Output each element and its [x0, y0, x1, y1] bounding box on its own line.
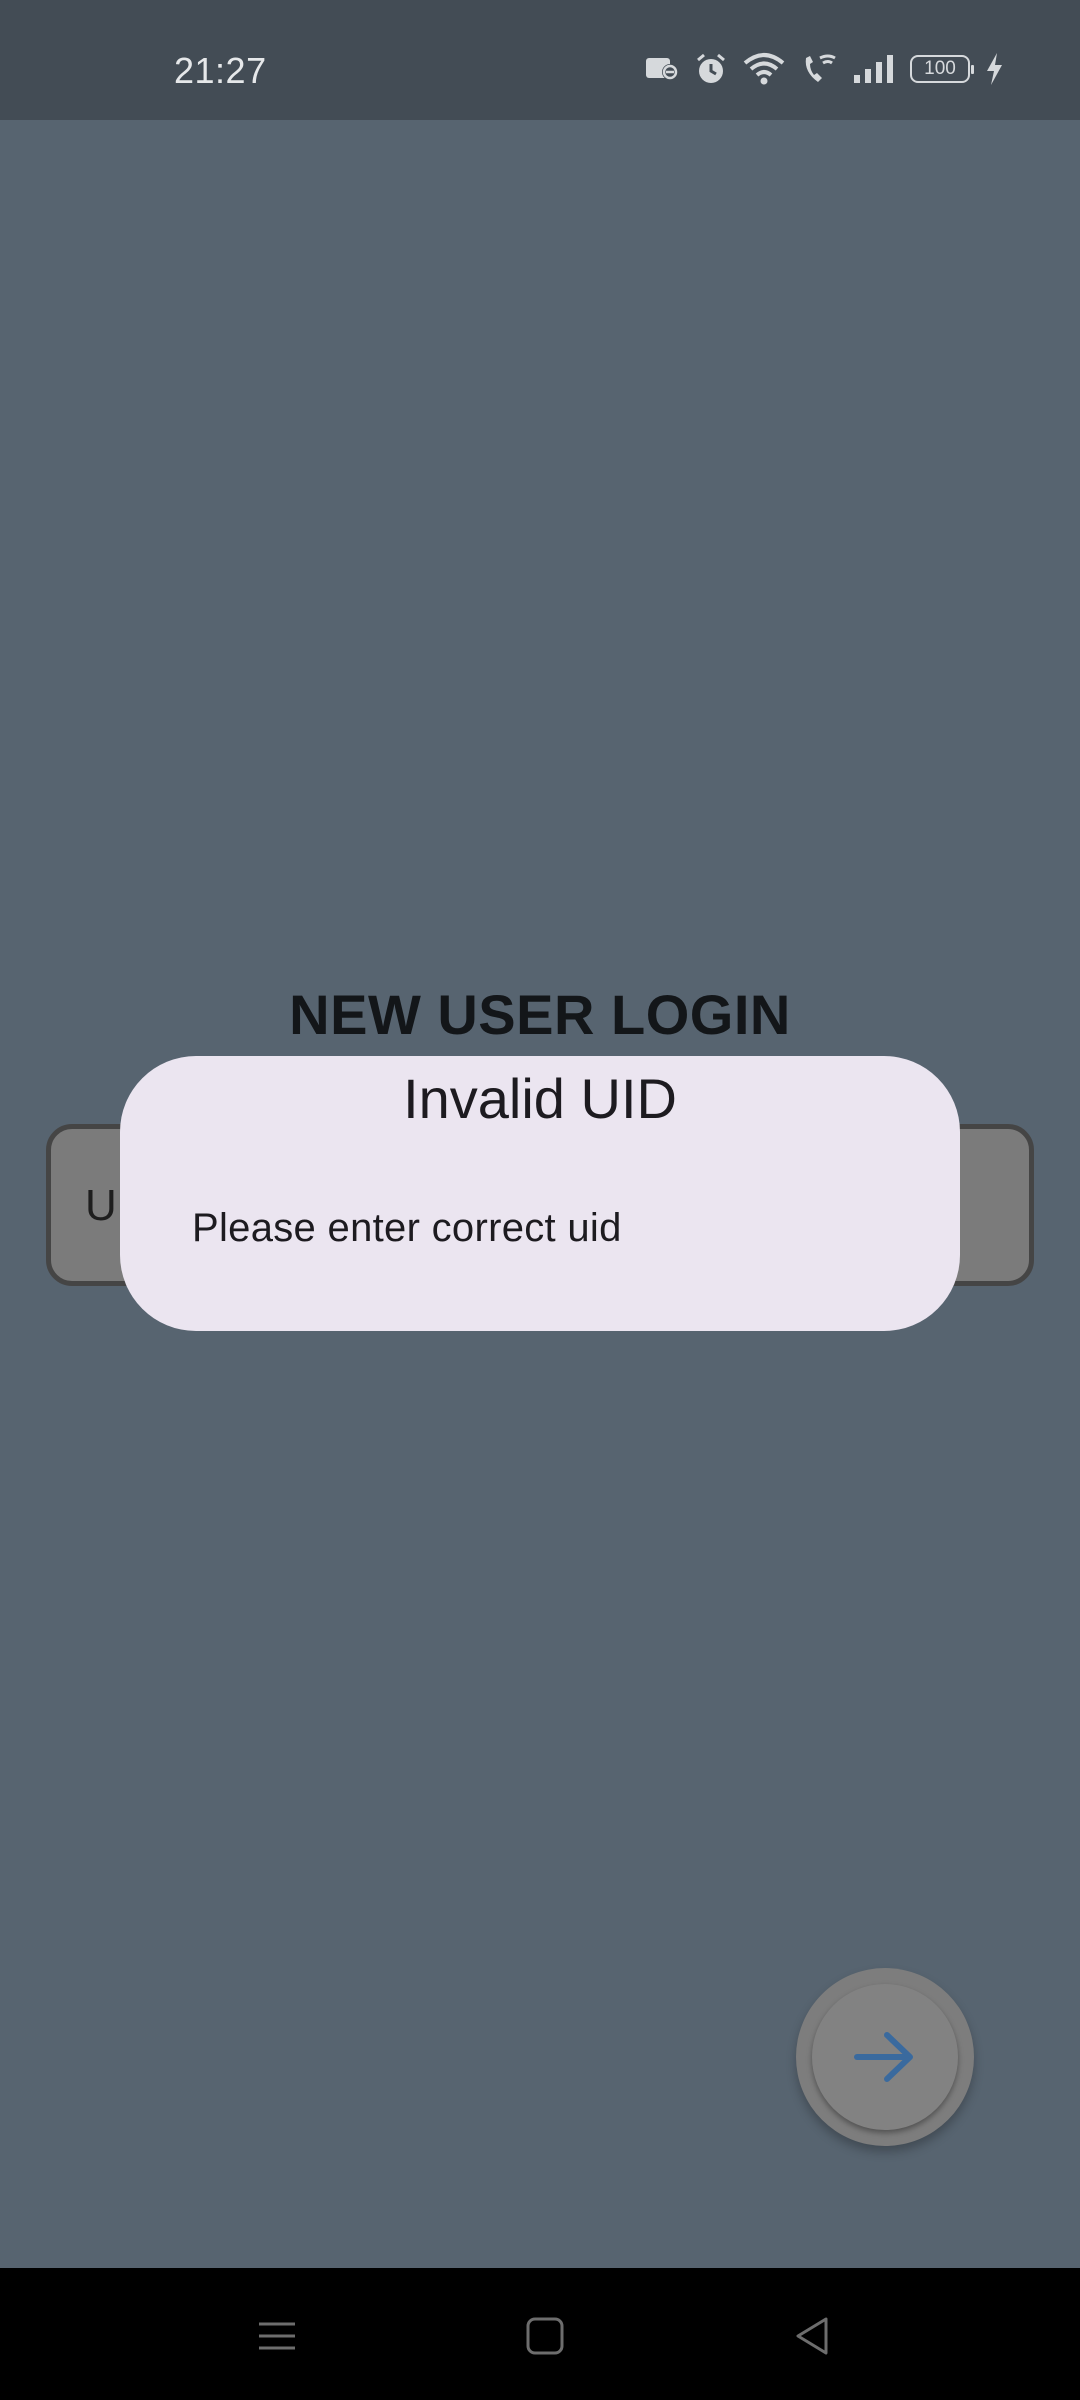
wifi-calling-icon [805, 54, 836, 82]
screen: 21:27 100 NEW USER LOGIN Invalid UID Ple… [0, 0, 1080, 2400]
alert-dialog[interactable]: Invalid UID Please enter correct uid [120, 1056, 960, 1331]
page-title: NEW USER LOGIN [289, 983, 791, 1046]
dialog-title: Invalid UID [403, 1067, 677, 1130]
navigation-bar [0, 2268, 1080, 2400]
status-time: 21:27 [174, 50, 267, 91]
status-icons: 100 [644, 52, 1004, 86]
alarm-icon [697, 53, 725, 83]
back-button[interactable] [782, 2306, 842, 2366]
menu-button[interactable] [247, 2306, 307, 2366]
wifi-icon [743, 53, 785, 85]
arrow-right-icon [854, 2032, 913, 2082]
sim-card-icon [646, 58, 678, 80]
home-icon [526, 2317, 564, 2355]
dialog-message: Please enter correct uid [192, 1206, 622, 1250]
battery-icon: 100 [910, 55, 974, 83]
status-bar: 21:27 100 [0, 0, 1080, 120]
back-icon [796, 2317, 828, 2355]
next-button-surface[interactable] [812, 1984, 958, 2130]
menu-icon [259, 2322, 295, 2350]
signal-icon [854, 55, 893, 83]
home-button[interactable] [515, 2306, 575, 2366]
next-button[interactable] [796, 1968, 974, 2146]
charging-icon [987, 53, 1002, 85]
